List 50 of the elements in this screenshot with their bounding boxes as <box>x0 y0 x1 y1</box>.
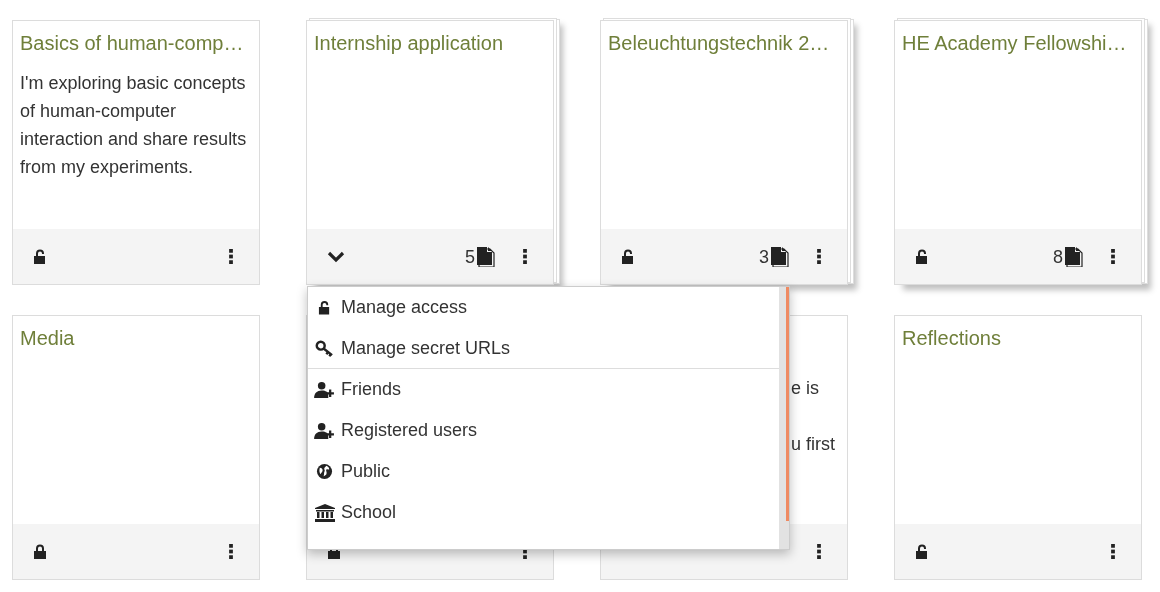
menu-item-label: Registered users <box>341 419 478 442</box>
menu-item-label: Manage secret URLs <box>341 336 511 360</box>
pages-icon <box>1064 246 1083 267</box>
pages-icon <box>476 246 495 267</box>
menu-item[interactable]: Friends <box>308 369 779 410</box>
user-plus-icon <box>314 422 335 439</box>
menu-item[interactable]: Manage secret URLs <box>308 328 779 369</box>
card-title[interactable]: Internship application <box>314 29 503 57</box>
menu-item-label: Friends <box>341 378 402 401</box>
more-options-icon[interactable] <box>817 249 821 264</box>
key-icon <box>314 339 335 357</box>
menu-item[interactable]: Public <box>308 451 779 492</box>
page-count: 8 <box>1053 246 1063 267</box>
unlocked-padlock-icon[interactable] <box>33 248 47 265</box>
card[interactable]: Basics of human-comp… I'm exploring basic concepts of human-computer interaction and share results from my experiments. <box>12 20 260 285</box>
more-options-icon[interactable] <box>817 544 821 559</box>
chevron-down-icon[interactable] <box>327 250 345 263</box>
menu-item-label: Public <box>341 460 391 483</box>
page-count: 5 <box>465 246 475 267</box>
more-options-icon[interactable] <box>229 544 233 559</box>
card[interactable]: Reflections <box>894 315 1142 580</box>
card-title[interactable]: Beleuchtungstechnik 2… <box>608 29 830 57</box>
card[interactable]: Media <box>12 315 260 580</box>
menu-item[interactable]: Registered users <box>308 410 779 451</box>
user-plus-icon <box>314 381 335 398</box>
more-options-icon[interactable] <box>1111 249 1115 264</box>
card-description: u first <box>791 433 836 456</box>
padlock-icon[interactable] <box>33 543 47 560</box>
menu-item[interactable]: School <box>308 492 779 533</box>
more-options-icon[interactable] <box>229 249 233 264</box>
pages-icon <box>770 246 789 267</box>
card-title[interactable]: Basics of human-comp… <box>20 29 244 57</box>
card-title[interactable]: Reflections <box>902 324 1001 352</box>
institution-icon <box>314 503 335 522</box>
card-title[interactable]: HE Academy Fellowshi… <box>902 29 1127 57</box>
unlocked-padlock-icon[interactable] <box>621 248 635 265</box>
more-options-icon[interactable] <box>523 249 527 264</box>
card-title[interactable]: Media <box>20 324 75 352</box>
card-description: I'm exploring basic concepts of human-computer interaction and share results from my experiments. <box>20 72 248 179</box>
menu-item[interactable]: Manage access <box>308 287 779 328</box>
globe-icon <box>314 463 335 480</box>
scrollbar[interactable] <box>779 287 789 549</box>
unlocked-padlock-icon[interactable] <box>915 248 929 265</box>
menu-item-label: Manage access <box>341 296 468 319</box>
page-count: 3 <box>759 246 769 267</box>
unlocked-padlock-icon[interactable] <box>915 543 929 560</box>
scrollbar-thumb[interactable] <box>786 287 789 521</box>
more-options-icon[interactable] <box>1111 544 1115 559</box>
card-description: e is <box>791 377 820 400</box>
menu-item-label: School <box>341 501 397 524</box>
